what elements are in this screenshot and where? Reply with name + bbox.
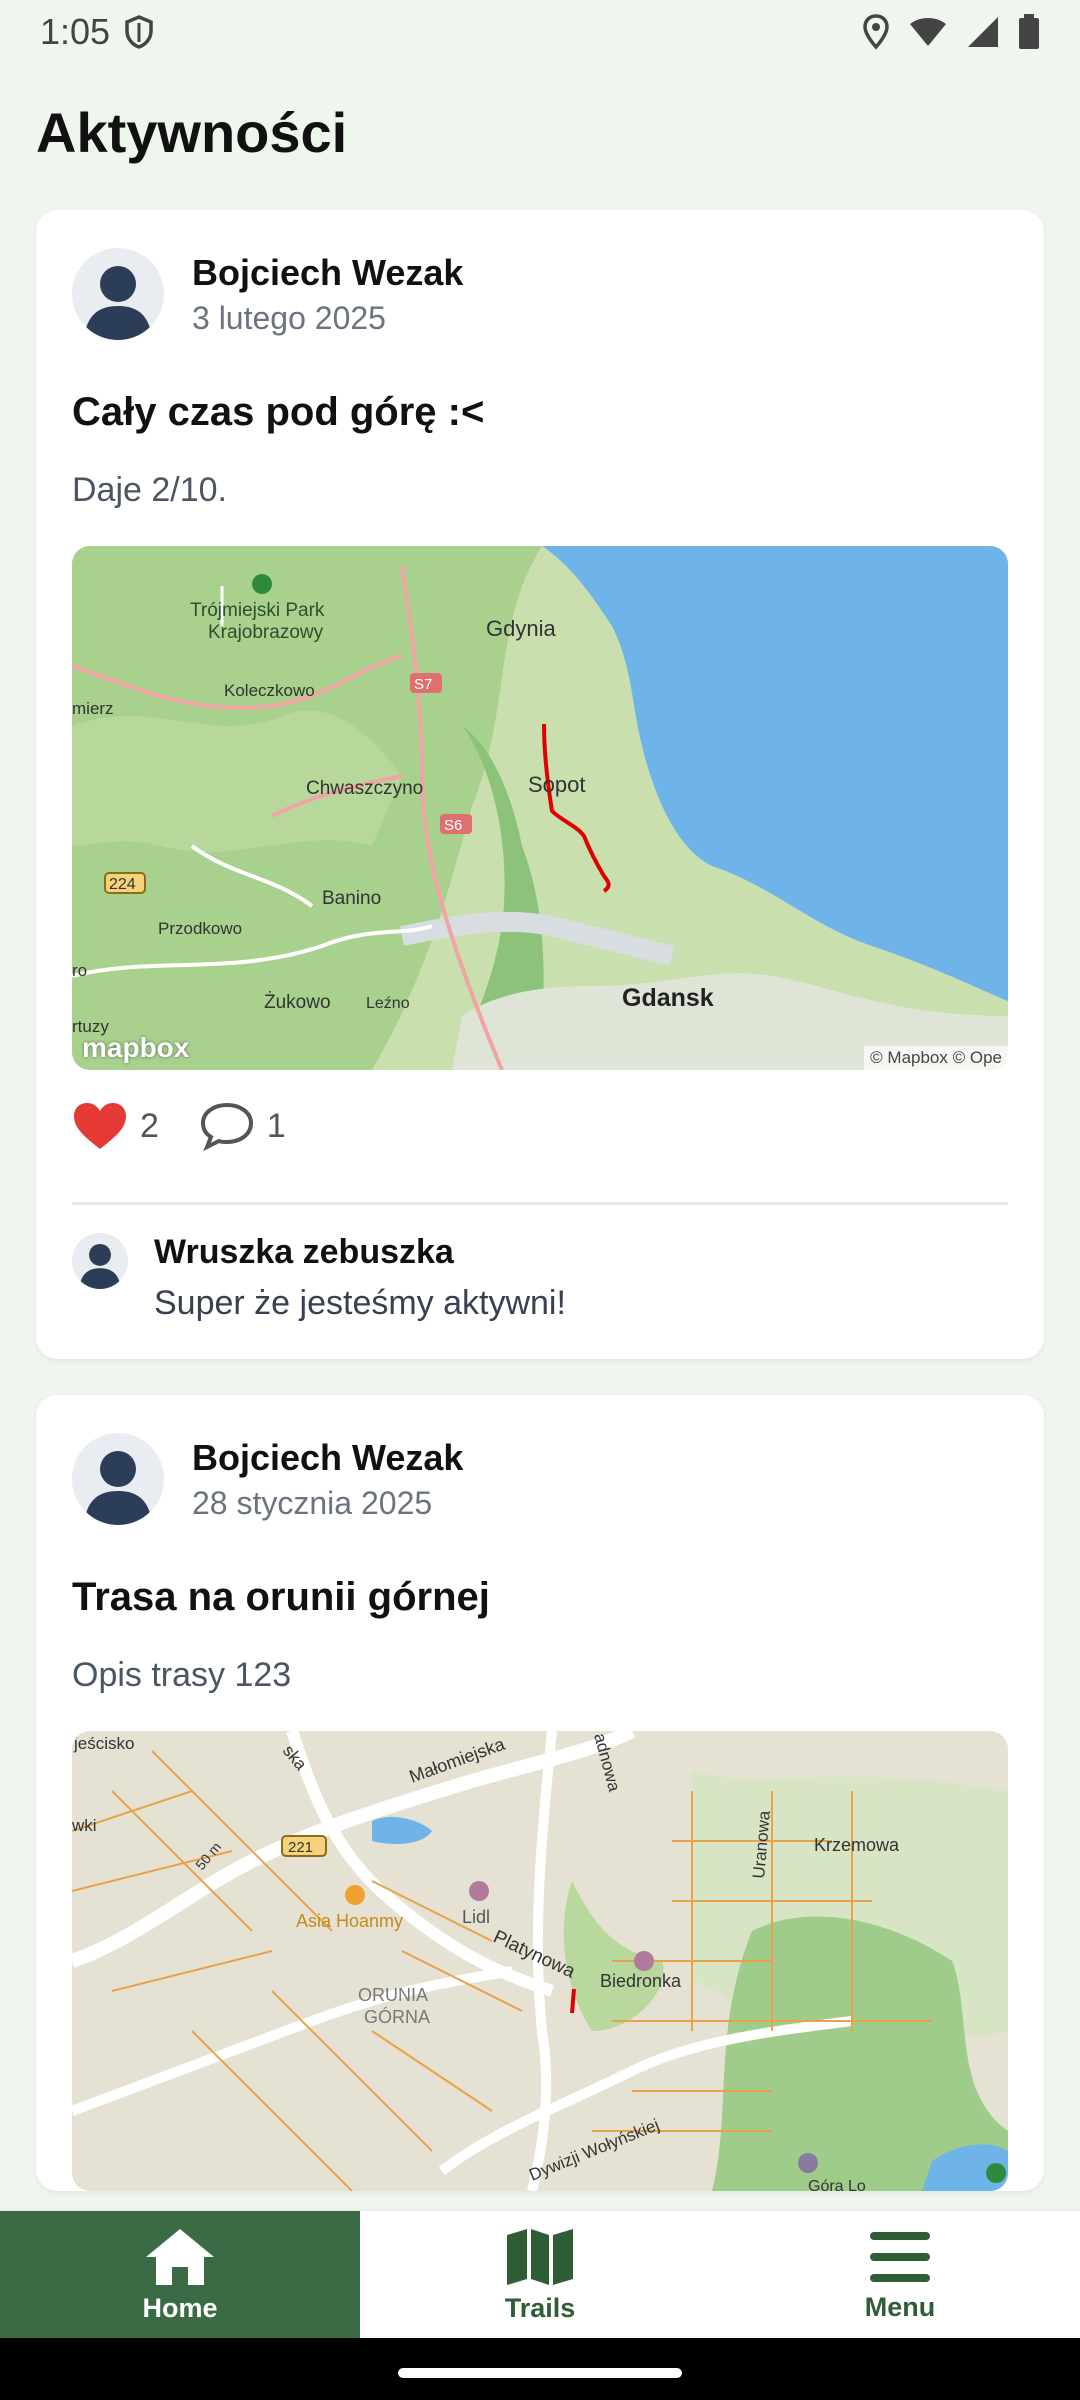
comment-avatar[interactable] bbox=[72, 1233, 128, 1289]
shield-icon bbox=[125, 15, 153, 49]
post-actions: 2 1 bbox=[72, 1096, 1008, 1156]
user-silhouette-icon bbox=[72, 1233, 128, 1289]
map-label: S7 bbox=[414, 676, 432, 693]
route-map[interactable]: jeścisko ska Małomiejska adnowa Uranowa … bbox=[72, 1731, 1008, 2191]
map-label: S6 bbox=[444, 817, 462, 834]
post-title: Cały czas pod górę :< bbox=[72, 390, 485, 434]
map-attribution[interactable]: © Mapbox © Ope bbox=[864, 1046, 1008, 1070]
comment-count: 1 bbox=[266, 1106, 286, 1145]
map-label: Gdynia bbox=[486, 616, 556, 641]
map-label: Żukowo bbox=[264, 992, 331, 1013]
comment-bubble-icon bbox=[200, 1102, 253, 1151]
gesture-handle[interactable] bbox=[398, 2368, 682, 2378]
page-title: Aktywności bbox=[36, 101, 348, 164]
map-label: Góra Lo bbox=[808, 2178, 866, 2191]
route-map[interactable]: Trójmiejski Park Krajobrazowy Gdynia Kol… bbox=[72, 546, 1008, 1070]
post-header: Bojciech Wezak 3 lutego 2025 bbox=[72, 248, 1008, 340]
menu-icon bbox=[870, 2231, 930, 2282]
post-description: Opis trasy 123 bbox=[72, 1656, 292, 1694]
map-label: ORUNIA bbox=[358, 1985, 428, 2005]
map-label: Leźno bbox=[366, 995, 410, 1012]
post-description: Daje 2/10. bbox=[72, 471, 227, 509]
map-label: Trójmiejski Park bbox=[190, 600, 325, 621]
post-header: Bojciech Wezak 28 stycznia 2025 bbox=[72, 1433, 1008, 1525]
comment-button[interactable]: 1 bbox=[199, 1101, 286, 1151]
map-label: 221 bbox=[288, 1839, 313, 1856]
user-silhouette-icon bbox=[72, 1433, 164, 1525]
map-label: Koleczkowo bbox=[224, 681, 315, 700]
map-label: Banino bbox=[322, 888, 381, 909]
post-date: 28 stycznia 2025 bbox=[192, 1484, 433, 1521]
signal-icon bbox=[968, 17, 998, 47]
status-bar: 1:05 bbox=[0, 0, 1080, 64]
mapbox-logo: mapbox bbox=[82, 1032, 190, 1063]
avatar[interactable] bbox=[72, 248, 164, 340]
nav-home-label: Home bbox=[142, 2292, 218, 2323]
nav-trails-label: Trails bbox=[504, 2292, 576, 2323]
map-label: Biedronka bbox=[600, 1971, 682, 1991]
nav-trails[interactable]: Trails bbox=[360, 2211, 720, 2339]
map-label: jeścisko bbox=[73, 1734, 134, 1753]
map-label: GÓRNA bbox=[364, 2006, 430, 2027]
status-time: 1:05 bbox=[40, 11, 111, 52]
avatar[interactable] bbox=[72, 1433, 164, 1525]
map-label: Sopot bbox=[528, 772, 586, 797]
activity-feed[interactable]: Bojciech Wezak 3 lutego 2025 Cały czas p… bbox=[36, 210, 1044, 2227]
map-label: Krajobrazowy bbox=[208, 622, 324, 643]
comment-text: Super że jesteśmy aktywni! bbox=[154, 1284, 566, 1322]
map-label: Gdansk bbox=[622, 984, 714, 1012]
location-icon bbox=[863, 14, 889, 50]
comment-author[interactable]: Wruszka zebuszka bbox=[154, 1233, 566, 1272]
map-label: Krzemowa bbox=[814, 1835, 900, 1855]
map-label: ro bbox=[72, 961, 87, 980]
post-date: 3 lutego 2025 bbox=[192, 299, 386, 336]
author-name[interactable]: Bojciech Wezak bbox=[192, 1437, 463, 1479]
heart-icon bbox=[74, 1103, 126, 1149]
map-label: Chwaszczyno bbox=[306, 778, 423, 799]
author-name[interactable]: Bojciech Wezak bbox=[192, 252, 463, 294]
activity-card[interactable]: Bojciech Wezak 28 stycznia 2025 Trasa na… bbox=[36, 1395, 1044, 2191]
battery-icon bbox=[1019, 14, 1039, 49]
bottom-navigation: Home Trails Menu bbox=[0, 2210, 1080, 2339]
user-silhouette-icon bbox=[72, 248, 164, 340]
activity-card[interactable]: Bojciech Wezak 3 lutego 2025 Cały czas p… bbox=[36, 210, 1044, 1359]
map-icon bbox=[507, 2228, 573, 2285]
wifi-icon bbox=[910, 18, 946, 46]
map-label: 224 bbox=[109, 876, 136, 893]
map-label: Przodkowo bbox=[158, 919, 242, 938]
comment-item: Wruszka zebuszka Super że jesteśmy aktyw… bbox=[72, 1233, 1008, 1323]
like-count: 2 bbox=[140, 1106, 159, 1145]
map-label: Lidl bbox=[462, 1907, 490, 1927]
map-label: Asia Hoanmy bbox=[296, 1911, 403, 1931]
divider bbox=[72, 1202, 1008, 1205]
home-icon bbox=[146, 2228, 214, 2285]
like-button[interactable]: 2 bbox=[72, 1101, 159, 1151]
nav-home[interactable]: Home bbox=[0, 2211, 360, 2339]
map-label: mierz bbox=[72, 699, 114, 718]
nav-menu-label: Menu bbox=[864, 2291, 936, 2322]
map-label: wki bbox=[72, 1816, 97, 1835]
nav-menu[interactable]: Menu bbox=[720, 2211, 1080, 2339]
post-title: Trasa na orunii górnej bbox=[72, 1575, 490, 1619]
